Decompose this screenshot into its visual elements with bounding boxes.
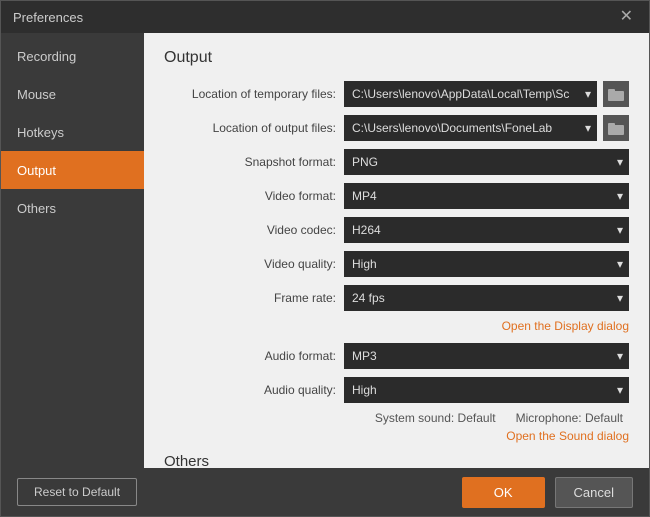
section-title: Output — [164, 49, 629, 67]
temp-files-select-wrap: C:\Users\lenovo\AppData\Local\Temp\Scree… — [344, 81, 597, 107]
frame-rate-label: Frame rate: — [164, 291, 344, 305]
audio-quality-row: Audio quality: High — [164, 377, 629, 403]
video-format-row: Video format: MP4 — [164, 183, 629, 209]
sidebar-item-hotkeys[interactable]: Hotkeys — [1, 113, 144, 151]
sidebar-item-label: Hotkeys — [17, 125, 64, 140]
output-files-label: Location of output files: — [164, 121, 344, 135]
temp-files-select[interactable]: C:\Users\lenovo\AppData\Local\Temp\Scree… — [344, 81, 597, 107]
frame-rate-select[interactable]: 24 fps — [344, 285, 629, 311]
folder-icon — [608, 122, 624, 135]
sidebar-item-others[interactable]: Others — [1, 189, 144, 227]
snapshot-format-label: Snapshot format: — [164, 155, 344, 169]
video-codec-select[interactable]: H264 — [344, 217, 629, 243]
sidebar-item-label: Others — [17, 201, 56, 216]
system-sound-label: System sound: Default — [375, 411, 496, 425]
display-dialog-link[interactable]: Open the Display dialog — [502, 319, 629, 333]
microphone-label: Microphone: Default — [516, 411, 623, 425]
sound-link-row: Open the Sound dialog — [164, 429, 629, 443]
frame-rate-row: Frame rate: 24 fps — [164, 285, 629, 311]
video-quality-control: High — [344, 251, 629, 277]
video-codec-row: Video codec: H264 — [164, 217, 629, 243]
sidebar-item-label: Mouse — [17, 87, 56, 102]
sidebar-item-label: Recording — [17, 49, 76, 64]
sound-dialog-link[interactable]: Open the Sound dialog — [506, 429, 629, 443]
title-bar: Preferences ✕ — [1, 1, 649, 33]
snapshot-format-row: Snapshot format: PNG — [164, 149, 629, 175]
video-quality-row: Video quality: High — [164, 251, 629, 277]
frame-rate-select-wrap: 24 fps — [344, 285, 629, 311]
video-format-select-wrap: MP4 — [344, 183, 629, 209]
snapshot-format-select-wrap: PNG — [344, 149, 629, 175]
video-quality-label: Video quality: — [164, 257, 344, 271]
frame-rate-control: 24 fps — [344, 285, 629, 311]
reset-button[interactable]: Reset to Default — [17, 478, 137, 506]
video-format-label: Video format: — [164, 189, 344, 203]
sidebar: Recording Mouse Hotkeys Output Others — [1, 33, 144, 468]
main-content: Output Location of temporary files: C:\U… — [144, 33, 649, 468]
footer-buttons: OK Cancel — [462, 477, 633, 508]
video-quality-select[interactable]: High — [344, 251, 629, 277]
sidebar-item-mouse[interactable]: Mouse — [1, 75, 144, 113]
audio-quality-control: High — [344, 377, 629, 403]
output-files-select[interactable]: C:\Users\lenovo\Documents\FoneLab — [344, 115, 597, 141]
audio-format-control: MP3 — [344, 343, 629, 369]
video-format-select[interactable]: MP4 — [344, 183, 629, 209]
close-button[interactable]: ✕ — [616, 7, 637, 27]
audio-format-select-wrap: MP3 — [344, 343, 629, 369]
sidebar-item-output[interactable]: Output — [1, 151, 144, 189]
video-codec-control: H264 — [344, 217, 629, 243]
audio-quality-label: Audio quality: — [164, 383, 344, 397]
audio-quality-select[interactable]: High — [344, 377, 629, 403]
video-format-control: MP4 — [344, 183, 629, 209]
snapshot-format-select[interactable]: PNG — [344, 149, 629, 175]
video-quality-select-wrap: High — [344, 251, 629, 277]
folder-icon — [608, 88, 624, 101]
display-link-row: Open the Display dialog — [164, 319, 629, 333]
audio-format-row: Audio format: MP3 — [164, 343, 629, 369]
sidebar-item-recording[interactable]: Recording — [1, 37, 144, 75]
audio-format-label: Audio format: — [164, 349, 344, 363]
output-files-select-wrap: C:\Users\lenovo\Documents\FoneLab — [344, 115, 597, 141]
sound-status-row: System sound: Default Microphone: Defaul… — [164, 411, 629, 425]
footer: Reset to Default OK Cancel — [1, 468, 649, 516]
output-files-row: Location of output files: C:\Users\lenov… — [164, 115, 629, 141]
temp-files-control: C:\Users\lenovo\AppData\Local\Temp\Scree… — [344, 81, 629, 107]
temp-files-row: Location of temporary files: C:\Users\le… — [164, 81, 629, 107]
video-codec-select-wrap: H264 — [344, 217, 629, 243]
cancel-button[interactable]: Cancel — [555, 477, 633, 508]
others-section-title: Others — [164, 453, 629, 468]
output-files-folder-button[interactable] — [603, 115, 629, 141]
video-codec-label: Video codec: — [164, 223, 344, 237]
snapshot-format-control: PNG — [344, 149, 629, 175]
ok-button[interactable]: OK — [462, 477, 545, 508]
dialog-body: Recording Mouse Hotkeys Output Others Ou… — [1, 33, 649, 468]
preferences-dialog: Preferences ✕ Recording Mouse Hotkeys Ou… — [0, 0, 650, 517]
audio-format-select[interactable]: MP3 — [344, 343, 629, 369]
output-files-control: C:\Users\lenovo\Documents\FoneLab — [344, 115, 629, 141]
temp-files-label: Location of temporary files: — [164, 87, 344, 101]
dialog-title: Preferences — [13, 10, 83, 25]
audio-quality-select-wrap: High — [344, 377, 629, 403]
sidebar-item-label: Output — [17, 163, 56, 178]
temp-files-folder-button[interactable] — [603, 81, 629, 107]
